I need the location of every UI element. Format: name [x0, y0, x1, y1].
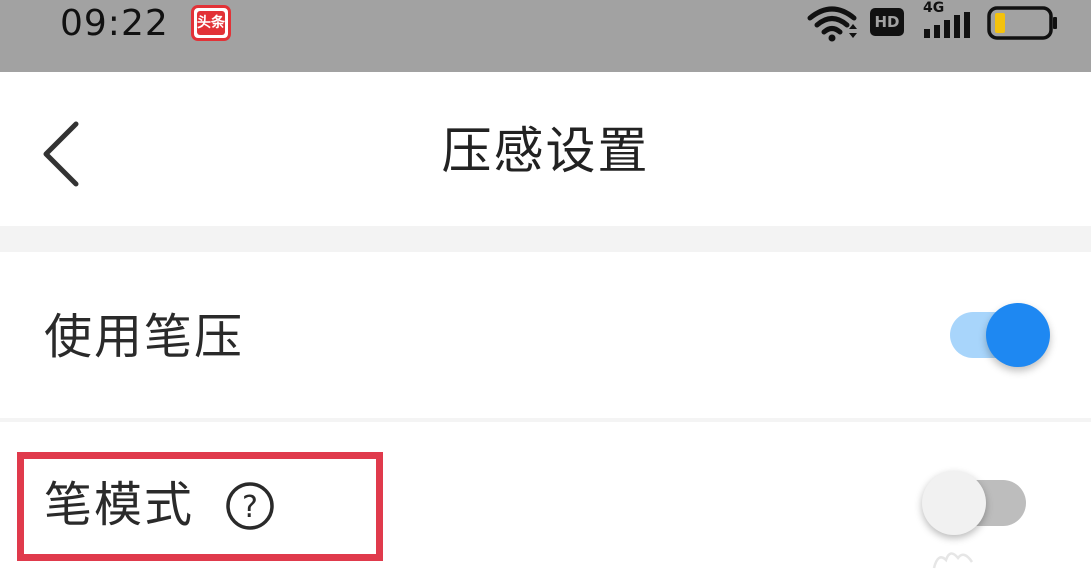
setting-row-use-pen-pressure: 使用笔压 — [0, 252, 1091, 418]
page-title: 压感设置 — [441, 122, 650, 180]
setting-label-pen-mode: 笔模式 — [44, 477, 195, 533]
hd-badge: HD — [870, 8, 904, 36]
wifi-icon — [807, 6, 857, 42]
toggle-thumb — [986, 303, 1050, 367]
question-circle-icon[interactable]: ? — [224, 480, 276, 532]
toggle-thumb — [922, 471, 986, 535]
title-bar: 压感设置 — [0, 72, 1091, 226]
setting-label-use-pen-pressure: 使用笔压 — [44, 309, 245, 365]
section-divider — [0, 226, 1091, 252]
setting-row-pen-mode: 笔模式 ? — [0, 422, 1091, 571]
help-glyph: ? — [242, 490, 258, 525]
app-notification-icon: 头条 — [191, 5, 231, 41]
watermark-mark — [932, 552, 974, 569]
signal-icon — [924, 12, 970, 38]
battery-low-icon — [987, 6, 1057, 40]
status-time: 09:22 — [60, 3, 169, 44]
pen-mode-toggle[interactable] — [918, 468, 1030, 540]
app-badge-label: 头条 — [197, 11, 225, 35]
use-pen-pressure-toggle[interactable] — [948, 300, 1056, 370]
status-bar: 09:22 头条 HD 4G — [0, 0, 1091, 72]
screen: 09:22 头条 HD 4G 压感设置 使用笔压 笔模式 ? — [0, 0, 1091, 571]
